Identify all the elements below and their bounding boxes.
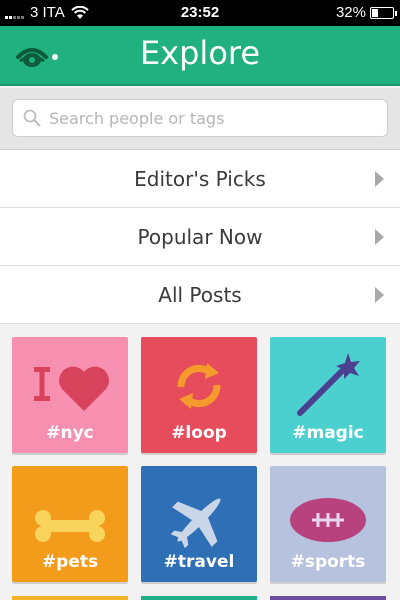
menu-row-label: All Posts [158, 282, 242, 307]
menu-row-all-posts[interactable]: All Posts [0, 266, 400, 324]
status-bar: 3 ITA 23:52 32% [0, 0, 400, 26]
tag-tile-partial[interactable] [12, 596, 128, 600]
tag-label: #magic [292, 423, 364, 443]
airplane-icon [170, 498, 221, 549]
battery-percent: 32% [335, 4, 366, 21]
search-input[interactable] [49, 108, 369, 128]
page-title: Explore [139, 34, 261, 72]
menu-row-popular-now[interactable]: Popular Now [0, 208, 400, 266]
tag-label: #pets [41, 552, 99, 572]
menu-row-label: Popular Now [137, 224, 263, 249]
chevron-right-icon [375, 287, 384, 303]
menu-row-label: Editor's Picks [134, 166, 266, 191]
chevron-right-icon [375, 171, 384, 187]
chevron-right-icon [375, 229, 384, 245]
tag-tile-travel[interactable]: #travel [141, 466, 257, 582]
tag-tile-pets[interactable]: #pets [12, 466, 128, 582]
tag-label: #sports [290, 552, 366, 572]
battery-icon [370, 6, 397, 19]
tag-tile-magic[interactable]: #magic [270, 337, 386, 453]
tag-label: #travel [163, 552, 235, 572]
tag-label: #nyc [46, 423, 94, 443]
bone-icon [35, 510, 105, 542]
loop-arrows-icon [177, 363, 221, 409]
menu-row-editors-picks[interactable]: Editor's Picks [0, 150, 400, 208]
tag-tile-nyc[interactable]: #nyc [12, 337, 128, 453]
search-bar [0, 88, 400, 150]
search-box[interactable] [12, 99, 388, 137]
search-icon [23, 109, 41, 127]
navbar: Explore [0, 26, 400, 86]
tag-tile-partial[interactable] [270, 596, 386, 600]
football-icon [290, 498, 366, 542]
explore-menu: Editor's Picks Popular Now All Posts [0, 150, 400, 324]
battery-level [372, 8, 379, 17]
tag-tile-loop[interactable]: #loop [141, 337, 257, 453]
tag-tile-sports[interactable]: #sports [270, 466, 386, 582]
i-love-icon [34, 366, 109, 411]
tag-tile-partial[interactable] [141, 596, 257, 600]
magic-wand-icon [297, 353, 360, 416]
tag-label: #loop [171, 423, 227, 443]
explore-screen: 3 ITA 23:52 32% Explore Search people or… [0, 0, 400, 600]
status-right: 32% [335, 4, 397, 21]
